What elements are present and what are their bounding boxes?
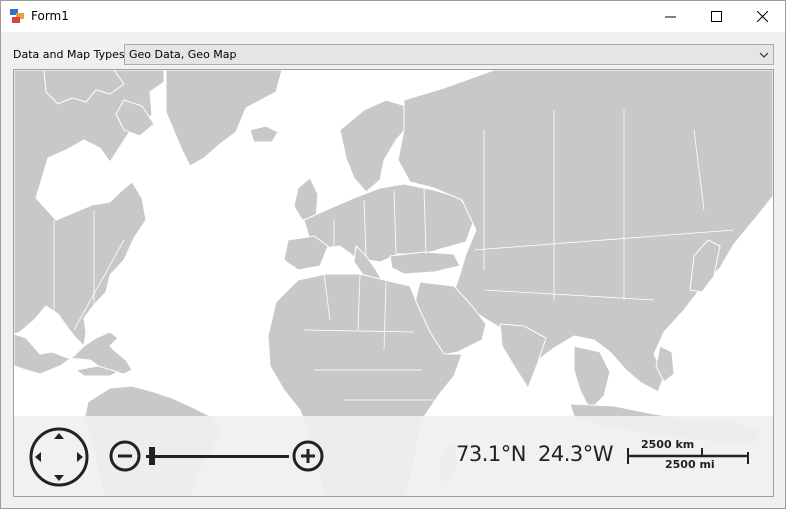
window-title: Form1	[31, 9, 69, 23]
select-value: Geo Data, Geo Map	[129, 48, 237, 61]
scale-km-label: 2500 km	[641, 438, 695, 451]
close-icon	[756, 11, 768, 22]
map-control[interactable]: 73.1°N 24.3°W 2500 km 2500 mi	[13, 69, 774, 497]
land-iberia	[283, 235, 329, 271]
land-greenland	[165, 70, 283, 167]
land-europe	[303, 183, 475, 263]
scale-mi-label: 2500 mi	[665, 458, 715, 471]
land-turkey	[389, 251, 461, 275]
zoom-slider-track[interactable]	[146, 455, 289, 458]
longitude-readout: 24.3°W	[538, 442, 614, 466]
minimize-icon	[664, 16, 676, 18]
navigation-pad-icon[interactable]	[29, 427, 89, 487]
data-map-types-select[interactable]: Geo Data, Geo Map	[124, 44, 774, 65]
map-navigation-panel: 73.1°N 24.3°W 2500 km 2500 mi	[14, 416, 773, 496]
maximize-button[interactable]	[693, 1, 739, 32]
land-british-isles	[293, 177, 319, 221]
app-icon	[10, 9, 24, 23]
minimize-button[interactable]	[647, 1, 693, 32]
zoom-in-icon[interactable]	[292, 440, 324, 472]
maximize-icon	[710, 11, 722, 22]
title-bar[interactable]: Form1	[1, 1, 785, 32]
main-window: Form1 Data and Map Types Geo Data, Geo M…	[0, 0, 786, 509]
land-scandinavia	[339, 99, 411, 193]
chevron-down-icon	[759, 52, 769, 58]
zoom-out-icon[interactable]	[109, 440, 141, 472]
land-iceland	[249, 125, 279, 143]
land-southeast-asia	[573, 345, 611, 411]
zoom-slider-thumb[interactable]	[149, 447, 155, 465]
latitude-readout: 73.1°N	[456, 442, 526, 466]
data-map-types-label: Data and Map Types	[13, 48, 125, 61]
land-north-america-lower	[14, 331, 133, 375]
close-button[interactable]	[739, 1, 785, 32]
